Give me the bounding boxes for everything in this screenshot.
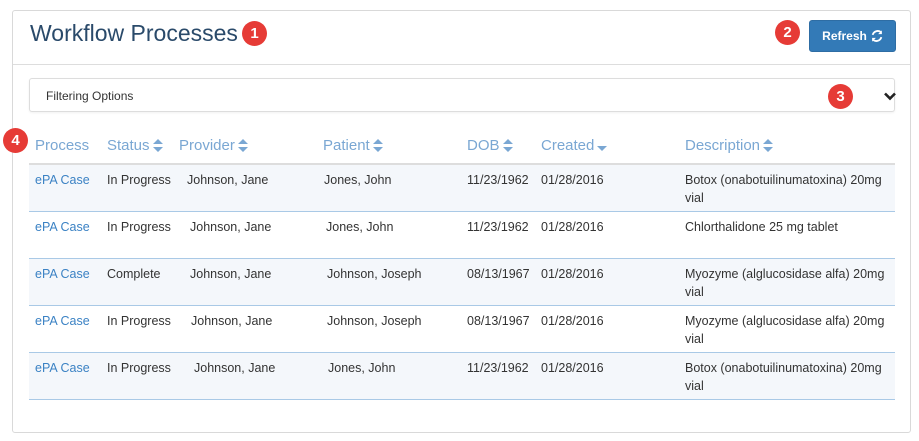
status-cell: In Progress [107, 361, 171, 375]
sort-icon [372, 139, 383, 152]
dob-cell: 11/23/1962 [467, 173, 529, 187]
column-header-description[interactable]: Description [685, 137, 774, 154]
table-row[interactable]: ePA Case In Progress Johnson, Jane Jones… [29, 353, 895, 400]
column-header-provider[interactable]: Provider [179, 137, 248, 154]
status-cell: Complete [107, 267, 161, 281]
callout-badge-1: 1 [242, 21, 267, 46]
sort-icon [152, 139, 163, 152]
provider-cell: Johnson, Jane [191, 314, 273, 328]
chevron-down-icon[interactable] [883, 89, 897, 103]
provider-cell: Johnson, Jane [194, 361, 276, 375]
created-cell: 01/28/2016 [541, 361, 604, 375]
sort-desc-icon [597, 146, 608, 151]
page-title: Workflow Processes [30, 20, 238, 46]
created-cell: 01/28/2016 [541, 220, 604, 234]
column-header-status[interactable]: Status [107, 137, 163, 154]
workflow-panel: Workflow Processes 1 2 Refresh Filtering… [3, 10, 911, 433]
dob-cell: 11/23/1962 [467, 220, 529, 234]
callout-badge-4: 4 [3, 128, 28, 153]
table-row[interactable]: ePA Case In Progress Johnson, Jane Johns… [29, 306, 895, 353]
description-cell: Botox (onabotuilinumatoxina) 20mg vial [685, 361, 882, 393]
refresh-icon [871, 30, 883, 42]
process-link[interactable]: ePA Case [35, 359, 90, 377]
created-cell: 01/28/2016 [541, 173, 604, 187]
table-row[interactable]: ePA Case Complete Johnson, Jane Johnson,… [29, 259, 895, 306]
process-link[interactable]: ePA Case [35, 218, 90, 236]
description-cell: Myozyme (alglucosidase alfa) 20mg vial [685, 314, 885, 346]
dob-cell: 11/23/1962 [467, 361, 529, 375]
sort-icon [502, 139, 513, 152]
column-header-created[interactable]: Created [541, 137, 608, 154]
description-cell: Chlorthalidone 25 mg tablet [685, 220, 838, 234]
provider-cell: Johnson, Jane [190, 220, 272, 234]
status-cell: In Progress [107, 173, 171, 187]
created-cell: 01/28/2016 [541, 267, 604, 281]
process-link[interactable]: ePA Case [35, 312, 90, 330]
process-link[interactable]: ePA Case [35, 265, 90, 283]
panel-header: Workflow Processes 1 2 Refresh [13, 11, 910, 65]
provider-cell: Johnson, Jane [187, 173, 269, 187]
status-cell: In Progress [107, 220, 171, 234]
refresh-label: Refresh [822, 29, 867, 43]
refresh-button[interactable]: Refresh [809, 20, 896, 52]
column-header-patient[interactable]: Patient [323, 137, 383, 154]
table-row[interactable]: ePA Case In Progress Johnson, Jane Jones… [29, 165, 895, 212]
provider-cell: Johnson, Jane [190, 267, 272, 281]
description-cell: Botox (onabotuilinumatoxina) 20mg vial [685, 173, 882, 205]
table-row[interactable]: ePA Case In Progress Johnson, Jane Jones… [29, 212, 895, 259]
callout-badge-3: 3 [828, 84, 853, 109]
dob-cell: 08/13/1967 [467, 314, 530, 328]
sort-icon [763, 139, 774, 152]
column-header-dob[interactable]: DOB [467, 137, 513, 154]
column-header-process[interactable]: Process [35, 137, 89, 154]
dob-cell: 08/13/1967 [467, 267, 530, 281]
filtering-options-toggle[interactable]: Filtering Options [29, 78, 897, 112]
filtering-options-label: Filtering Options [46, 89, 134, 103]
sort-icon [237, 139, 248, 152]
patient-cell: Jones, John [324, 173, 392, 187]
patient-cell: Johnson, Joseph [327, 267, 422, 281]
status-cell: In Progress [107, 314, 171, 328]
created-cell: 01/28/2016 [541, 314, 604, 328]
patient-cell: Johnson, Joseph [327, 314, 422, 328]
callout-badge-2: 2 [775, 20, 800, 45]
patient-cell: Jones, John [328, 361, 396, 375]
patient-cell: Jones, John [326, 220, 394, 234]
process-link[interactable]: ePA Case [35, 171, 90, 189]
description-cell: Myozyme (alglucosidase alfa) 20mg vial [685, 267, 885, 299]
